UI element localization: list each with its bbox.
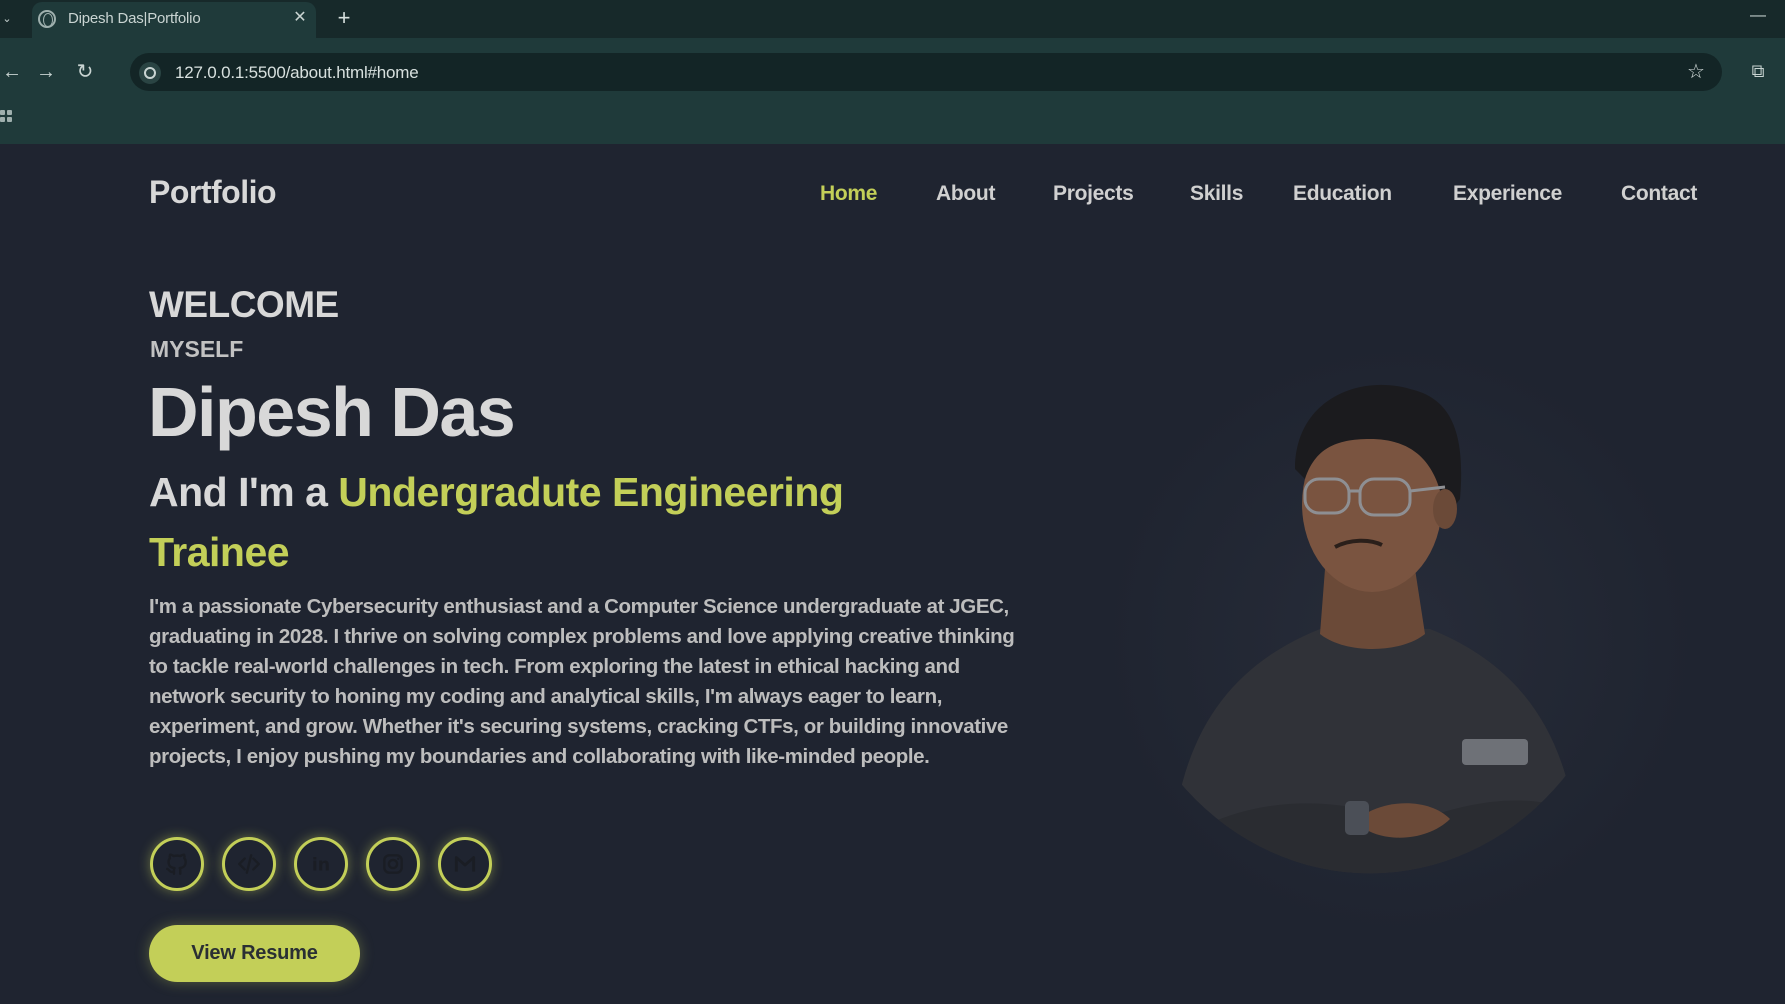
nav-about[interactable]: About (936, 182, 995, 206)
code-icon (238, 854, 260, 874)
tab-title: Dipesh Das|Portfolio (68, 10, 201, 27)
back-icon[interactable]: ← (0, 60, 24, 84)
hero-role: And I'm a Undergradute Engineering Train… (149, 462, 929, 582)
myself-label: MYSELF (150, 336, 244, 362)
minimize-window-icon[interactable]: — (1748, 6, 1768, 26)
gmail-link[interactable] (438, 837, 492, 891)
hero-bio: I'm a passionate Cybersecurity enthusias… (149, 595, 1015, 768)
welcome-heading: WELCOME (149, 284, 339, 325)
browser-tab-bar: ⌄ Dipesh Das|Portfolio ✕ + — (0, 0, 1785, 38)
photo-sweater-logo (1462, 739, 1528, 765)
linkedin-icon: in (312, 856, 330, 876)
github-link[interactable] (150, 837, 204, 891)
linkedin-link[interactable]: in (294, 837, 348, 891)
site-info-icon[interactable] (139, 62, 161, 84)
nav-experience[interactable]: Experience (1453, 182, 1562, 206)
nav-skills[interactable]: Skills (1190, 182, 1243, 206)
reload-icon[interactable]: ↻ (73, 60, 97, 84)
photo-ear (1433, 489, 1457, 529)
bookmark-star-icon[interactable]: ☆ (1683, 59, 1709, 85)
instagram-icon (383, 854, 403, 874)
portrait (1080, 319, 1700, 959)
github-icon (166, 853, 187, 875)
code-link[interactable] (222, 837, 276, 891)
globe-icon (38, 10, 56, 28)
tab-search-chevron-icon[interactable]: ⌄ (0, 9, 14, 29)
nav-projects[interactable]: Projects (1053, 182, 1134, 206)
url-text[interactable]: 127.0.0.1:5500/about.html#home (175, 63, 419, 83)
role-prefix: And I'm a (149, 469, 328, 515)
page: Portfolio Home About Projects Skills Edu… (0, 144, 1785, 1004)
forward-icon[interactable]: → (34, 60, 58, 84)
site-logo[interactable]: Portfolio (149, 174, 277, 211)
nav-contact[interactable]: Contact (1621, 182, 1697, 206)
close-tab-icon[interactable]: ✕ (290, 8, 310, 28)
view-resume-button[interactable]: View Resume (149, 925, 360, 982)
apps-grid-icon[interactable] (0, 108, 14, 128)
gmail-icon (454, 856, 476, 872)
instagram-link[interactable] (366, 837, 420, 891)
photo-watch (1345, 801, 1369, 835)
nav-education[interactable]: Education (1293, 182, 1392, 206)
new-tab-icon[interactable]: + (333, 7, 355, 29)
extensions-icon[interactable]: ⧉ (1745, 58, 1771, 84)
svg-text:in: in (312, 856, 330, 876)
nav-home[interactable]: Home (820, 182, 877, 206)
social-links: in (150, 837, 492, 891)
hero-name: Dipesh Das (148, 373, 516, 451)
